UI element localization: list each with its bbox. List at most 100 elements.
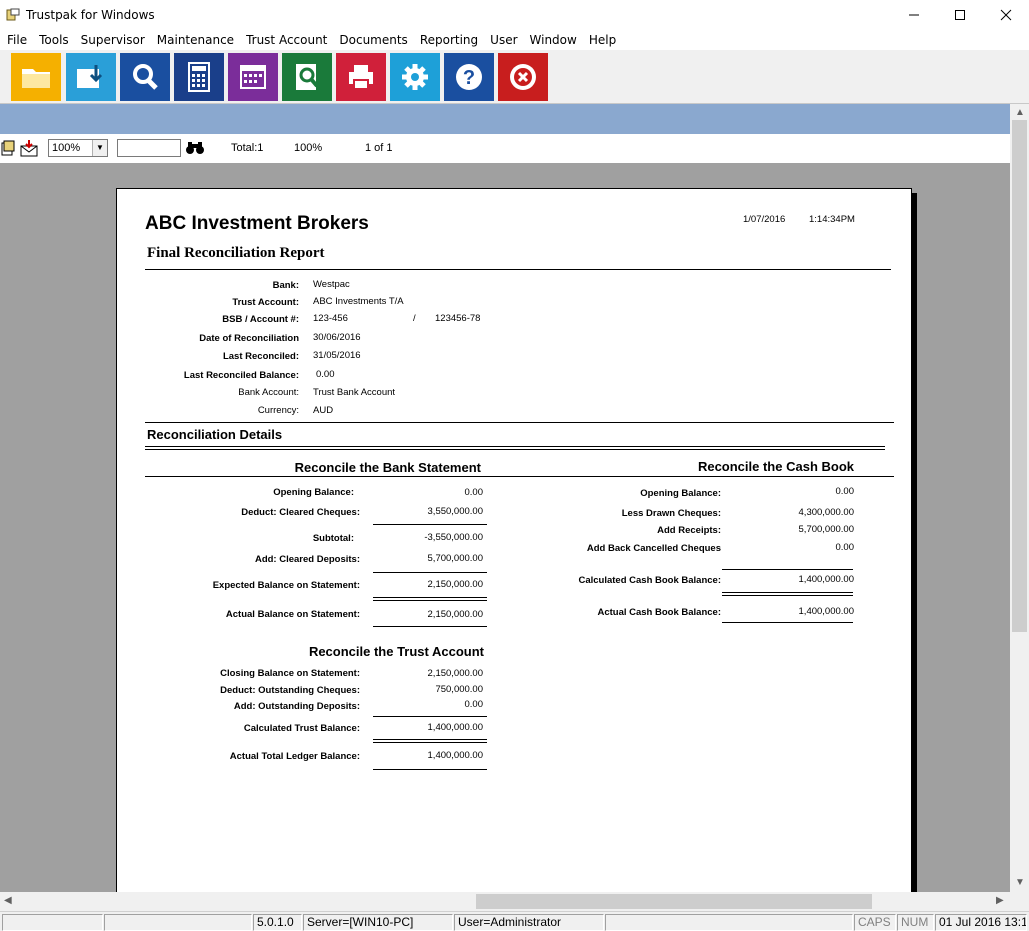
menu-user[interactable]: User [484,30,523,50]
menu-bar: File Tools Supervisor Maintenance Trust … [0,30,1029,50]
download-icon [77,65,103,88]
divider [145,476,894,477]
cb-opening-value: 0.00 [835,486,855,497]
bs-expected-label: Expected Balance on Statement: [212,580,360,591]
menu-file[interactable]: File [1,30,33,50]
calendar-icon [240,65,266,89]
binoculars-icon[interactable] [185,141,205,155]
last-balance-label: Last Reconciled Balance: [183,370,299,381]
sum-line [722,592,853,593]
menu-documents[interactable]: Documents [333,30,413,50]
cb-cancelled-value: 0.00 [835,542,855,553]
exit-icon [510,64,536,90]
zoom-select[interactable]: 100% ▼ [48,139,108,157]
vertical-scrollbar[interactable]: ▲ ▼ [1010,104,1029,892]
page-indicator: 1 of 1 [365,142,393,154]
chevron-down-icon[interactable]: ▼ [92,140,107,156]
report-date: 1/07/2016 [743,214,786,225]
bs-actual-value: 2,150,000.00 [427,609,483,620]
export-icon[interactable] [1,140,15,156]
ta-calculated-value: 1,400,000.00 [427,722,483,733]
cb-receipts-value: 5,700,000.00 [798,524,854,535]
menu-trust-account[interactable]: Trust Account [240,30,333,50]
horizontal-scroll-thumb[interactable] [476,894,872,909]
menu-supervisor[interactable]: Supervisor [75,30,151,50]
menu-reporting[interactable]: Reporting [414,30,484,50]
recon-date-label: Date of Reconciliation [199,333,299,344]
import-button[interactable] [66,53,116,101]
bs-expected-value: 2,150,000.00 [427,579,483,590]
ta-closing-value: 2,150,000.00 [427,668,483,679]
view-report-button[interactable] [282,53,332,101]
caps-indicator: CAPS [854,914,896,931]
mail-icon[interactable] [20,139,38,157]
bsb-separator: / [413,313,416,324]
scroll-down-icon[interactable]: ▼ [1015,877,1025,888]
bsb-label: BSB / Account #: [222,314,299,325]
horizontal-scrollbar[interactable]: ◀ ▶ [0,892,1010,911]
svg-text:?: ? [463,67,475,89]
bank-account-label: Bank Account: [238,387,299,398]
report-time: 1:14:34PM [809,214,855,225]
help-button[interactable]: ? [444,53,494,101]
scroll-left-icon[interactable]: ◀ [4,895,12,906]
help-icon: ? [456,64,482,90]
sum-line [373,524,487,525]
num-indicator: NUM [897,914,934,931]
scroll-up-icon[interactable]: ▲ [1015,107,1025,118]
account-number: 123456-78 [435,313,481,324]
main-toolbar: ? [0,50,1029,104]
status-panel [605,914,853,931]
sum-line [722,595,853,596]
sum-line [373,742,487,743]
scroll-right-icon[interactable]: ▶ [996,895,1004,906]
preview-toolbar: 100% ▼ Total:1 100% 1 of 1 [0,134,1010,164]
sum-line [373,600,487,601]
menu-window[interactable]: Window [524,30,583,50]
menu-maintenance[interactable]: Maintenance [151,30,240,50]
bs-cleared-cheques-value: 3,550,000.00 [427,506,483,517]
settings-button[interactable] [390,53,440,101]
bank-label: Bank: [272,280,299,291]
find-text-input[interactable] [117,139,181,157]
minimize-button[interactable] [891,0,937,30]
search-button[interactable] [120,53,170,101]
trust-account-label: Trust Account: [232,297,299,308]
bs-opening-value: 0.00 [464,487,484,498]
ta-outstanding-deposits-label: Add: Outstanding Deposits: [233,701,360,712]
search-icon [133,64,158,90]
calculator-button[interactable] [174,53,224,101]
menu-help[interactable]: Help [583,30,622,50]
divider [145,269,891,270]
zoom-value: 100% [52,142,81,154]
cash-book-heading: Reconcile the Cash Book [697,459,854,474]
report-preview: ABC Investment Brokers 1/07/2016 1:14:34… [0,164,1010,892]
bs-actual-label: Actual Balance on Statement: [225,609,360,620]
cb-calculated-value: 1,400,000.00 [798,574,854,585]
close-button[interactable] [983,0,1029,30]
bs-opening-label: Opening Balance: [273,487,354,498]
currency-label: Currency: [257,405,299,416]
title-bar: Trustpak for Windows [0,0,1029,30]
total-count: Total:1 [231,142,264,154]
vertical-scroll-thumb[interactable] [1012,120,1027,632]
sum-line [722,569,853,570]
divider [145,449,885,450]
gear-icon [402,64,428,90]
open-button[interactable] [11,53,61,101]
maximize-button[interactable] [937,0,983,30]
bs-subtotal-value: -3,550,000.00 [424,532,483,543]
menu-tools[interactable]: Tools [33,30,75,50]
calculator-icon [188,62,210,92]
exit-button[interactable] [498,53,548,101]
print-button[interactable] [336,53,386,101]
calendar-button[interactable] [228,53,278,101]
bs-subtotal-label: Subtotal: [312,533,354,544]
child-window-caption [0,104,1010,134]
last-reconciled-value: 31/05/2016 [313,350,361,361]
sum-line [373,626,487,627]
report-page: ABC Investment Brokers 1/07/2016 1:14:34… [116,188,912,892]
bs-cleared-deposits-label: Add: Cleared Deposits: [254,554,360,565]
trust-account-heading: Reconcile the Trust Account [308,644,484,659]
last-reconciled-label: Last Reconciled: [222,351,299,362]
